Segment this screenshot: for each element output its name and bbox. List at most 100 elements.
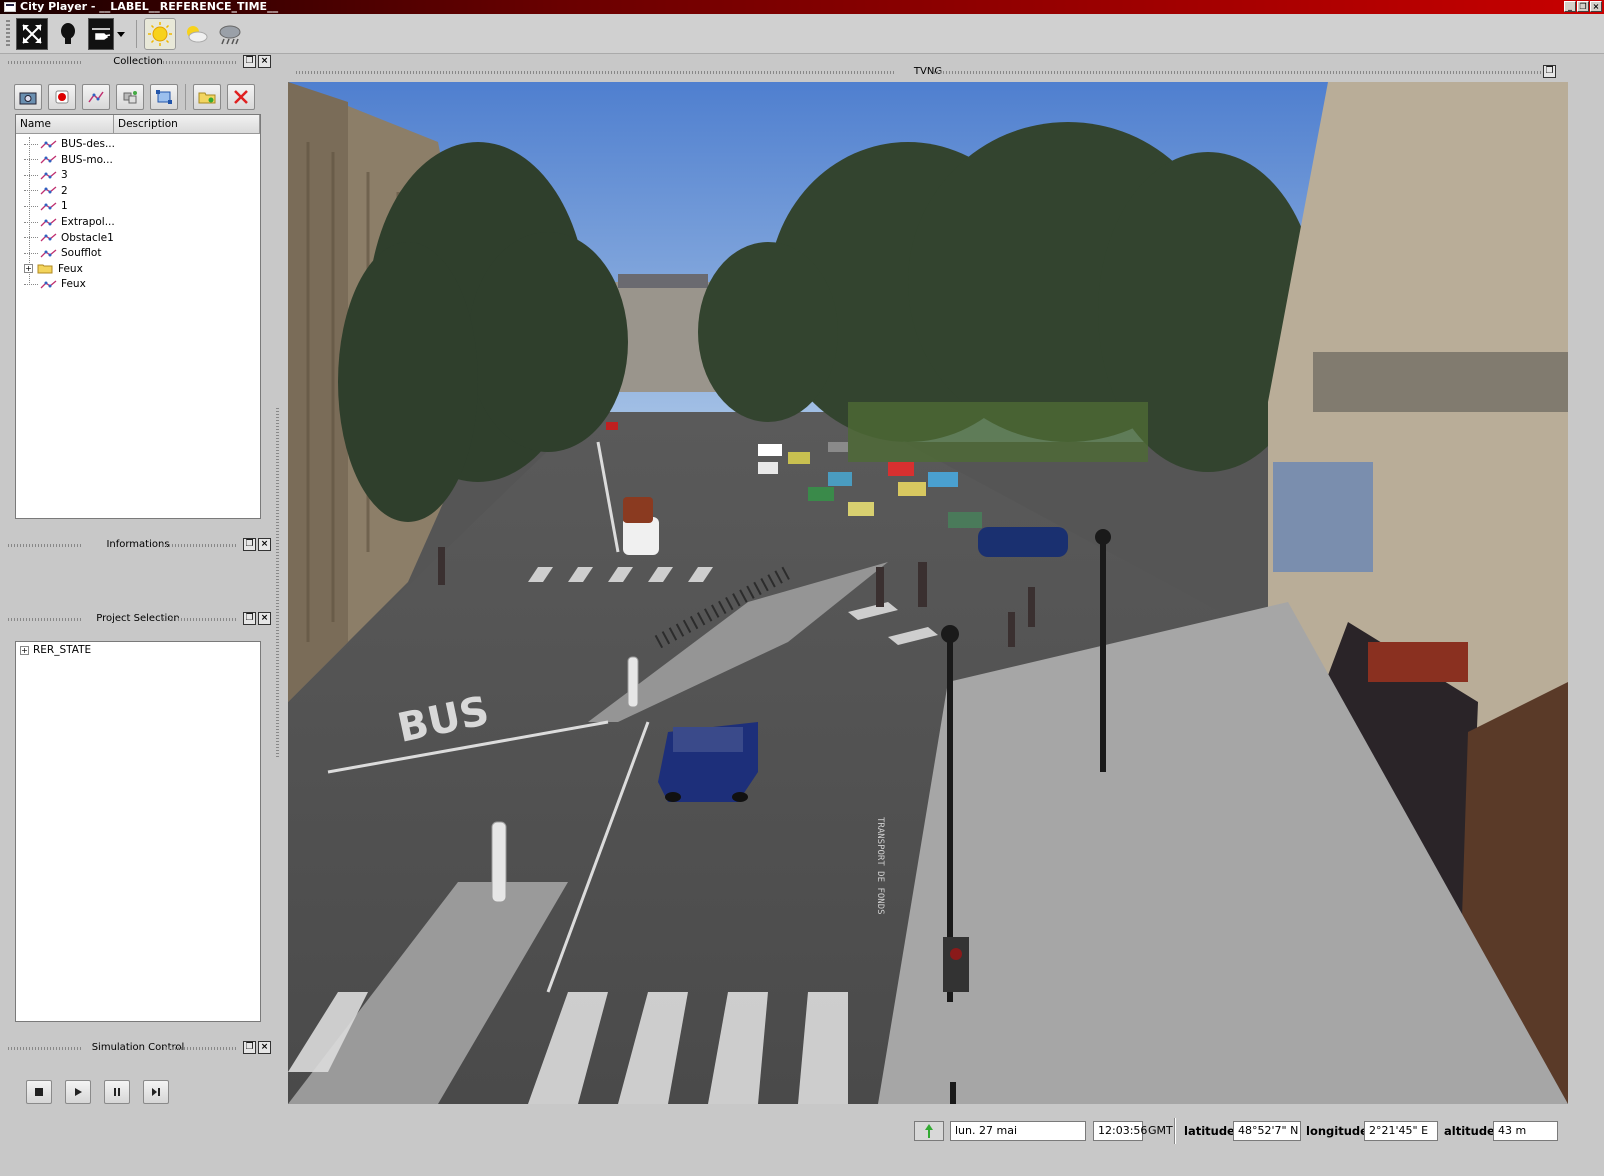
project-selection-close-button[interactable]: ×	[258, 612, 271, 625]
sun-button[interactable]	[144, 18, 176, 50]
close-button[interactable]: ×	[1590, 1, 1602, 12]
helicopter-button[interactable]	[88, 18, 114, 50]
project-item[interactable]: + RER_STATE	[20, 643, 91, 658]
new-folder-button[interactable]	[193, 84, 221, 110]
add-group-button[interactable]	[116, 84, 144, 110]
toolbar-grip[interactable]	[6, 20, 10, 48]
path-icon	[40, 170, 58, 181]
longitude-field[interactable]: 2°21'45" E	[1364, 1121, 1438, 1141]
partly-cloudy-icon	[187, 26, 208, 43]
informations-close-button[interactable]: ×	[258, 538, 271, 551]
folder-icon	[37, 263, 55, 274]
collection-item-label: Extrapol...	[61, 216, 115, 228]
latitude-label: latitude	[1184, 1124, 1235, 1138]
tree-connector	[24, 252, 38, 254]
column-name[interactable]: Name	[16, 115, 114, 133]
collection-item[interactable]: 3	[24, 168, 68, 183]
tree-connector	[24, 143, 38, 145]
collection-item[interactable]: Extrapol...	[24, 215, 115, 230]
collection-item[interactable]: 1	[24, 199, 68, 214]
delete-icon	[234, 90, 248, 104]
play-button[interactable]	[65, 1080, 91, 1104]
objects-icon	[123, 91, 137, 104]
delete-button[interactable]	[227, 84, 255, 110]
stop-icon	[35, 1088, 43, 1096]
path-icon	[40, 139, 58, 150]
collection-item-label: BUS-des...	[61, 138, 115, 150]
pause-icon	[114, 1088, 120, 1096]
tree-connector	[24, 190, 38, 192]
simulation-float-button[interactable]: ❐	[243, 1041, 256, 1054]
restore-button[interactable]: ❐	[1577, 1, 1589, 12]
lightbulb-button[interactable]	[52, 18, 84, 50]
collection-tree-header: Name Description	[16, 115, 260, 134]
arrows-expand-button[interactable]	[16, 18, 48, 50]
altitude-label: altitude	[1444, 1124, 1495, 1138]
collection-item[interactable]: Feux	[24, 277, 86, 292]
step-button[interactable]	[143, 1080, 169, 1104]
collection-item-label: Soufflot	[61, 247, 102, 260]
path-icon	[40, 154, 58, 165]
stop-button[interactable]	[26, 1080, 52, 1104]
collection-toolbar	[14, 84, 255, 112]
simulation-close-button[interactable]: ×	[258, 1041, 271, 1054]
add-path-button[interactable]	[82, 84, 110, 110]
rain-cloud-button[interactable]	[214, 18, 246, 50]
step-icon	[152, 1088, 160, 1096]
collection-item-label: Feux	[61, 278, 86, 291]
camera-icon	[19, 92, 37, 105]
camera-button[interactable]	[14, 84, 42, 110]
column-description[interactable]: Description	[114, 115, 260, 133]
timezone-label: GMT	[1148, 1124, 1173, 1137]
path-icon	[40, 217, 58, 228]
collection-close-button[interactable]: ×	[258, 55, 271, 68]
title-bar: City Player - __LABEL__REFERENCE_TIME__ …	[0, 0, 1604, 14]
collection-item[interactable]: + Feux	[24, 262, 83, 277]
collection-tree[interactable]: Name Description BUS-des... BUS-mo... 3 2 1 E…	[15, 114, 261, 519]
collection-item-label: 3	[61, 169, 68, 182]
collection-item[interactable]: BUS-des...	[24, 137, 115, 152]
collection-item[interactable]: BUS-mo...	[24, 153, 113, 168]
project-selection-float-button[interactable]: ❐	[243, 612, 256, 625]
expand-icon[interactable]: +	[24, 264, 33, 274]
informations-float-button[interactable]: ❐	[243, 538, 256, 551]
north-arrow-icon	[925, 1124, 933, 1138]
date-field[interactable]: lun. 27 mai	[950, 1121, 1086, 1141]
partly-cloudy-button[interactable]	[180, 18, 212, 50]
select-area-button[interactable]	[150, 84, 178, 110]
red-marker-icon	[55, 90, 69, 104]
helicopter-dropdown[interactable]	[114, 18, 128, 50]
informations-header: Informations ❐ ×	[0, 537, 276, 553]
collection-item[interactable]: Soufflot	[24, 246, 101, 261]
collection-header: Collection ❐ ×	[0, 54, 276, 70]
selection-icon	[156, 90, 172, 104]
city-scene: BUS TRANSPORT DE FONDS	[288, 82, 1568, 1104]
collection-item[interactable]: 2	[24, 184, 68, 199]
view-float-button[interactable]: ❐	[1543, 65, 1556, 78]
north-arrow-button[interactable]	[914, 1121, 944, 1141]
helicopter-icon	[92, 28, 111, 40]
simulation-control-header: Simulation Control ❐ ×	[0, 1040, 276, 1056]
collection-title: Collection	[113, 56, 163, 67]
time-field[interactable]: 12:03:56	[1093, 1121, 1147, 1141]
altitude-field[interactable]: 43 m	[1493, 1121, 1558, 1141]
panel-splitter[interactable]	[276, 408, 279, 758]
collection-item-label: Feux	[58, 262, 83, 275]
add-object-button[interactable]	[48, 84, 76, 110]
traffic-light	[943, 937, 969, 992]
collection-item[interactable]: Obstacle1	[24, 231, 114, 246]
collection-float-button[interactable]: ❐	[243, 55, 256, 68]
3d-viewport[interactable]: BUS TRANSPORT DE FONDS	[288, 82, 1568, 1104]
window-title: City Player - __LABEL__REFERENCE_TIME__	[20, 0, 279, 13]
path-icon	[88, 91, 104, 103]
blue-car	[658, 722, 758, 802]
sun-icon	[148, 22, 172, 46]
minimize-button[interactable]: _	[1564, 1, 1576, 12]
pause-button[interactable]	[104, 1080, 130, 1104]
tree-connector	[24, 174, 38, 176]
expand-icon[interactable]: +	[20, 645, 29, 655]
latitude-field[interactable]: 48°52'7" N	[1233, 1121, 1301, 1141]
status-bar: lun. 27 mai 12:03:56 GMT latitude 48°52'…	[0, 1112, 1604, 1148]
project-tree[interactable]: + RER_STATE	[15, 641, 261, 1022]
project-item-label: RER_STATE	[33, 644, 92, 656]
